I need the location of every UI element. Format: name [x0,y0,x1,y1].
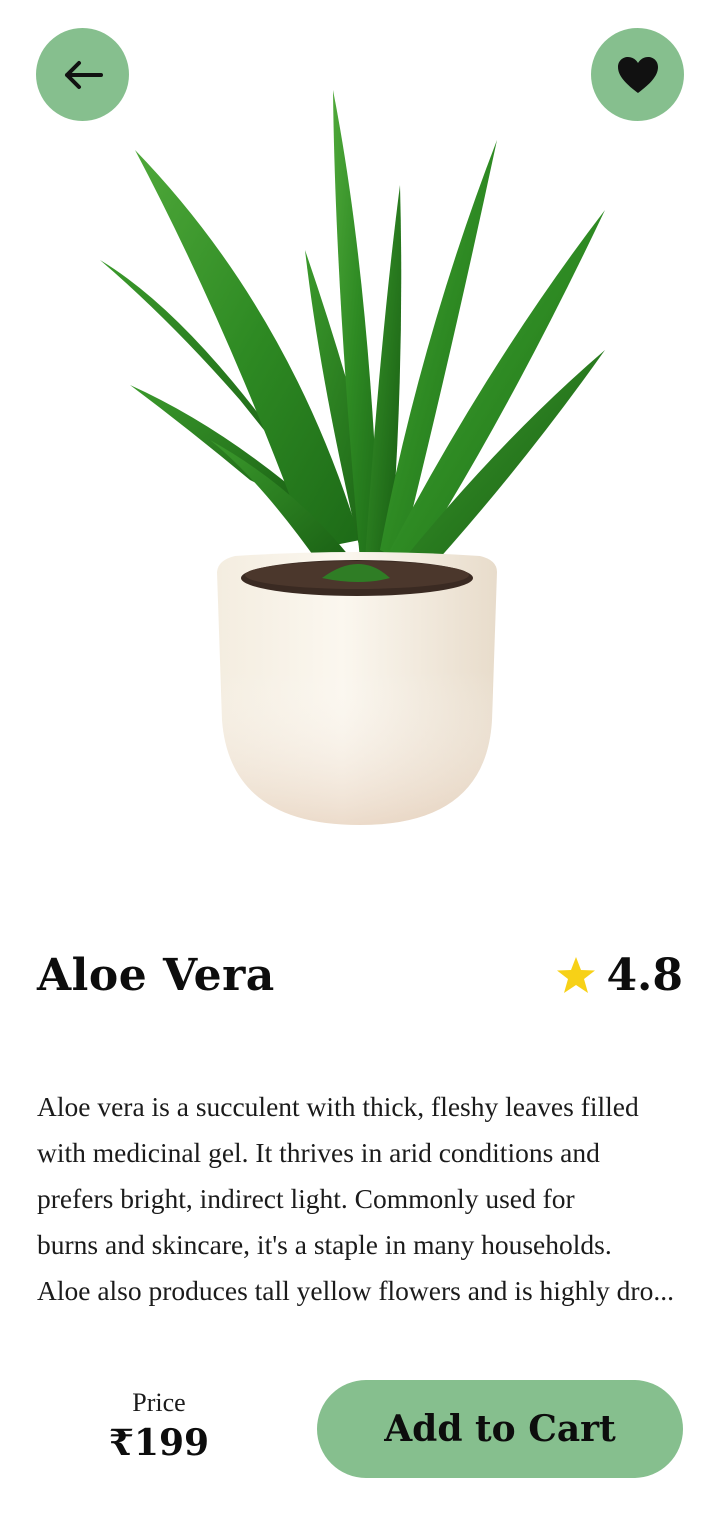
aloe-vera-plant-image [100,90,605,825]
description-line: burns and skincare, it's a staple in man… [37,1229,612,1260]
description-line: with medicinal gel. It thrives in arid c… [37,1137,600,1168]
rating-value: 4.8 [606,949,683,1001]
price-block: Price ₹199 [100,1388,218,1464]
price-value: ₹199 [108,1422,210,1464]
description-line: prefers bright, indirect light. Commonly… [37,1183,575,1214]
price-label: Price [132,1388,186,1417]
star-icon [557,957,596,993]
product-description: Aloe vera is a succulent with thick, fle… [37,1084,687,1314]
product-title: Aloe Vera [37,949,275,1001]
add-to-cart-button[interactable]: Add to Cart [317,1380,683,1478]
rating: 4.8 [556,950,683,1001]
description-line: Aloe also produces tall yellow flowers a… [37,1275,674,1306]
title-row: Aloe Vera 4.8 [37,940,683,1010]
description-line: Aloe vera is a succulent with thick, fle… [37,1091,639,1122]
product-detail-screen: Aloe Vera 4.8 Aloe vera is a succulent w… [0,0,720,1524]
